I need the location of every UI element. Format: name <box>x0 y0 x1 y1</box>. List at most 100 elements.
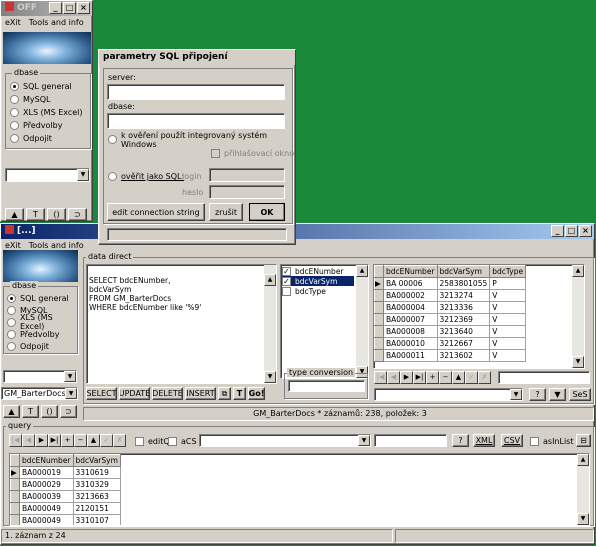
minimize-button[interactable]: _ <box>49 2 62 14</box>
maximize-button[interactable]: □ <box>565 225 578 237</box>
table-cell[interactable]: 3212667 <box>436 337 491 350</box>
edit-connection-string-button[interactable]: edit connection string <box>107 203 205 221</box>
prior-record-icon[interactable]: ◀ <box>22 434 35 447</box>
table-cell[interactable]: BA000008 <box>383 325 438 338</box>
table-cell[interactable]: BA000049 <box>19 514 74 525</box>
column-scrollbar[interactable]: ▲ ▼ <box>356 265 368 378</box>
eject-button[interactable]: ▲ <box>3 405 20 418</box>
table-button[interactable]: T <box>26 208 45 221</box>
table-cell[interactable]: BA 00006 <box>383 277 438 290</box>
table-cell[interactable]: BA000002 <box>383 289 438 302</box>
radio-odpojit[interactable]: Odpojit <box>7 340 77 352</box>
close-button[interactable]: × <box>77 2 90 14</box>
table-row[interactable]: BA000011 3213602 V <box>374 349 527 362</box>
type-conversion-input[interactable] <box>288 380 365 392</box>
table-cell[interactable]: 3212369 <box>436 313 491 326</box>
undo-button[interactable]: ⊃ <box>60 405 77 418</box>
scroll-down-icon[interactable]: ▼ <box>264 371 276 383</box>
ses-button[interactable]: SeS <box>569 388 591 401</box>
table-row[interactable]: BA000010 3212667 V <box>374 337 527 350</box>
insert-record-icon[interactable]: + <box>61 434 74 447</box>
column-item[interactable]: bdcType <box>282 286 367 296</box>
table-cell[interactable]: 3213274 <box>436 289 491 302</box>
delete-record-icon[interactable]: − <box>439 371 452 384</box>
login-input[interactable] <box>209 168 285 182</box>
table-cell[interactable]: V <box>489 325 527 338</box>
sql-scrollbar[interactable]: ▲ ▼ <box>264 265 276 383</box>
table-cell[interactable]: 2583801055 <box>436 277 491 290</box>
insert-record-icon[interactable]: + <box>426 371 439 384</box>
column-header[interactable]: bdcENumber <box>19 454 74 467</box>
table-row[interactable]: BA000049 3310107 <box>10 514 121 525</box>
table-cell[interactable]: 3213336 <box>436 301 491 314</box>
table-cell[interactable]: V <box>489 289 527 302</box>
table-cell[interactable]: 3213602 <box>436 349 491 362</box>
maximize-button[interactable]: □ <box>63 2 76 14</box>
table-cell[interactable]: BA000039 <box>19 490 74 503</box>
radio-odpojit[interactable]: Odpojit <box>10 132 83 145</box>
checkbox[interactable]: ✓ <box>282 276 291 286</box>
table-cell[interactable]: 3310329 <box>72 478 121 491</box>
checkbox[interactable] <box>211 149 220 158</box>
column-header[interactable]: bdcVarSym <box>436 265 491 278</box>
table-row[interactable]: ▶ BA000019 3310619 <box>10 466 121 479</box>
next-record-icon[interactable]: ▶ <box>400 371 413 384</box>
chevron-down-icon[interactable]: ▼ <box>65 388 77 399</box>
scroll-down-icon[interactable]: ▼ <box>577 513 589 525</box>
radio-predvolby[interactable]: Předvolby <box>10 119 83 132</box>
acs-checkbox[interactable]: aCS <box>168 435 197 448</box>
table-button[interactable]: T <box>22 405 39 418</box>
first-record-icon[interactable]: |◀ <box>374 371 387 384</box>
table-cell[interactable]: BA000004 <box>383 301 438 314</box>
scroll-up-icon[interactable]: ▲ <box>572 265 584 277</box>
post-record-icon[interactable]: ✓ <box>100 434 113 447</box>
ok-button[interactable]: OK <box>249 203 285 221</box>
radio-mysql[interactable]: MySQL <box>10 93 83 106</box>
table-cell[interactable]: 3213663 <box>72 490 121 503</box>
sql-editor[interactable]: SELECT bdcENumber, bdcVarSym FROM GM_Bar… <box>86 264 277 384</box>
grid-scrollbar[interactable]: ▲ ▼ <box>572 265 584 368</box>
column-list[interactable]: ✓ bdcENumber ✓ bdcVarSym bdcType ▲ ▼ <box>280 264 369 379</box>
dbase-input[interactable] <box>107 113 285 129</box>
paren-button[interactable]: () <box>41 405 58 418</box>
query-combo[interactable]: ▼ <box>199 434 371 447</box>
table-combo[interactable]: ▼ <box>5 168 90 182</box>
first-record-icon[interactable]: |◀ <box>9 434 22 447</box>
grid-combo[interactable]: ▼ <box>374 388 523 401</box>
delete-button[interactable]: DELETE <box>152 387 183 400</box>
table-cell[interactable]: V <box>489 313 527 326</box>
paren-button[interactable]: () <box>47 208 66 221</box>
table-cell[interactable]: BA000007 <box>383 313 438 326</box>
xml-button[interactable]: XML <box>473 434 495 447</box>
table-row[interactable]: BA000002 3213274 V <box>374 289 527 302</box>
table-select[interactable]: GM_BarterDocs ▼ <box>1 387 78 400</box>
column-item-selected[interactable]: ✓ bdcVarSym <box>282 276 354 286</box>
editq-checkbox[interactable]: editQ <box>135 435 170 448</box>
update-button[interactable]: UPDATE <box>119 387 150 400</box>
export-icon[interactable]: ⊟ <box>576 434 591 447</box>
select-button[interactable]: SELECT <box>86 387 117 400</box>
close-button[interactable]: × <box>579 225 592 237</box>
table-row[interactable]: BA000039 3213663 <box>10 490 121 503</box>
checkbox[interactable]: ✓ <box>282 266 291 276</box>
column-header[interactable]: bdcType <box>489 265 527 278</box>
edit-record-icon[interactable]: ▲ <box>452 371 465 384</box>
radio-sql-auth[interactable]: ověřit jako SQL: <box>108 170 184 183</box>
column-header[interactable]: bdcENumber <box>383 265 438 278</box>
table-cell[interactable]: 2120151 <box>72 502 121 515</box>
table-row[interactable]: BA000008 3213640 V <box>374 325 527 338</box>
result-grid[interactable]: bdcENumber bdcVarSym bdcType ▶ BA 00006 2583… <box>373 264 585 369</box>
csv-button[interactable]: CSV <box>501 434 523 447</box>
table-cell[interactable]: BA000010 <box>383 337 438 350</box>
cancel-record-icon[interactable]: ✗ <box>478 371 491 384</box>
help-button[interactable]: ? <box>529 388 546 401</box>
query-grid-scrollbar[interactable]: ▲ ▼ <box>577 454 589 525</box>
cancel-record-icon[interactable]: ✗ <box>113 434 126 447</box>
checkbox[interactable] <box>282 286 291 296</box>
go-button[interactable]: Go! <box>248 387 265 400</box>
checkbox[interactable] <box>168 437 177 446</box>
table-cell[interactable]: V <box>489 301 527 314</box>
table-cell[interactable]: BA000019 <box>19 466 74 479</box>
last-record-icon[interactable]: ▶| <box>413 371 426 384</box>
table-cell[interactable]: 3310107 <box>72 514 121 525</box>
